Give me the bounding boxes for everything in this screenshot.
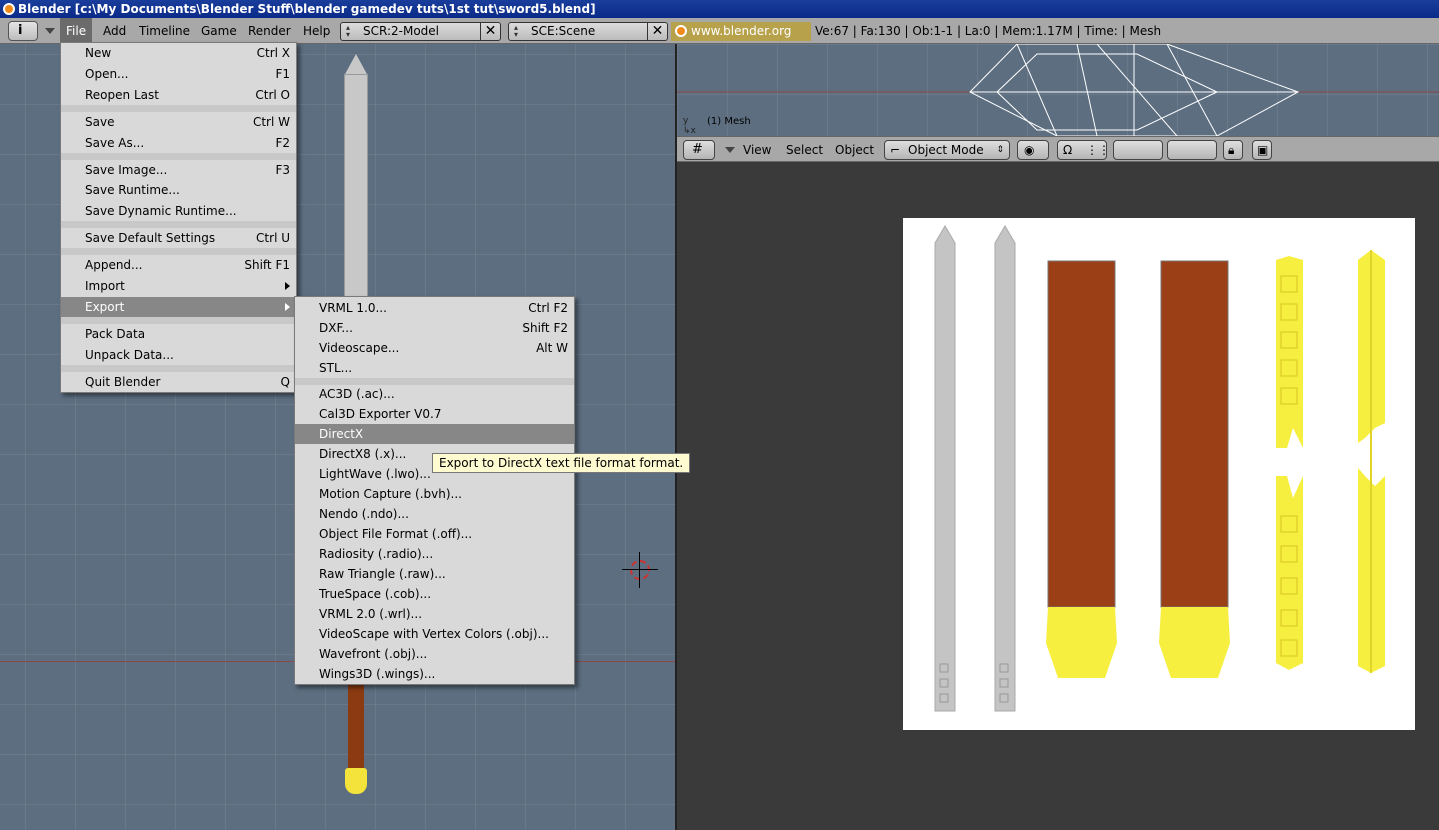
editor-type-button[interactable]: # <box>683 140 715 160</box>
export-item-bvh[interactable]: Motion Capture (.bvh)... <box>295 484 574 504</box>
globe-icon: ◉ <box>1024 143 1035 157</box>
3d-cursor-icon[interactable] <box>622 552 658 588</box>
mesh-label: (1) Mesh <box>707 116 751 127</box>
render-button[interactable]: ▣ <box>1252 140 1272 160</box>
submenu-arrow-icon <box>285 303 290 311</box>
file-menu: New Ctrl X Open... F1 Reopen Last Ctrl O Sa… <box>60 42 297 393</box>
updown-arrows-icon: ⇕ <box>996 145 1004 155</box>
3d-view-header: # View Select Object ⌐ Object Mode ⇕ ◉ Ω… <box>677 136 1439 162</box>
menu-help[interactable]: Help <box>297 18 336 44</box>
file-menu-item-save-runtime[interactable]: Save Runtime... <box>61 180 296 200</box>
sword-handle <box>348 684 364 769</box>
file-menu-item-save-as[interactable]: Save As... F2 <box>61 133 296 153</box>
menu-separator <box>61 153 296 160</box>
sword-blade-tip <box>344 54 368 76</box>
export-item-vrml1[interactable]: VRML 1.0... Ctrl F2 <box>295 298 574 318</box>
grid-icon: # <box>692 142 703 157</box>
menu-add[interactable]: Add <box>97 18 132 44</box>
updown-arrows-icon: ▴ ▾ <box>346 23 351 39</box>
delete-screen-button[interactable]: ✕ <box>480 22 500 41</box>
tooltip: Export to DirectX text file format forma… <box>432 453 691 473</box>
export-item-raw[interactable]: Raw Triangle (.raw)... <box>295 564 574 584</box>
collapse-menu-icon[interactable] <box>725 147 735 153</box>
file-menu-item-pack-data[interactable]: Pack Data <box>61 324 296 344</box>
file-menu-item-save-default-settings[interactable]: Save Default Settings Ctrl U <box>61 228 296 248</box>
sword-pommel <box>345 768 367 794</box>
menu-render[interactable]: Render <box>242 18 297 44</box>
mode-label: Object Mode <box>908 143 984 157</box>
file-menu-item-reopen-last[interactable]: Reopen Last Ctrl O <box>61 85 296 105</box>
screen-selector[interactable]: ▴ ▾ SCR:2-Model ✕ <box>340 22 501 41</box>
magnet-icon: Ω <box>1063 143 1073 157</box>
file-menu-item-open[interactable]: Open... F1 <box>61 64 296 84</box>
export-submenu: VRML 1.0... Ctrl F2 DXF... Shift F2 Videos… <box>294 296 575 685</box>
scene-selector[interactable]: ▴ ▾ SCE:Scene ✕ <box>508 22 668 41</box>
export-item-videoscape-vc[interactable]: VideoScape with Vertex Colors (.obj)... <box>295 624 574 644</box>
export-item-stl[interactable]: STL... <box>295 358 574 378</box>
screen-name: SCR:2-Model <box>363 24 440 38</box>
menu-file[interactable]: File <box>60 18 93 44</box>
image-icon: ▣ <box>1257 143 1269 157</box>
updown-arrows-icon: ▴ ▾ <box>514 23 519 39</box>
export-item-cal3d[interactable]: Cal3D Exporter V0.7 <box>295 404 574 424</box>
menu-object[interactable]: Object <box>835 137 874 163</box>
file-menu-item-unpack-data[interactable]: Unpack Data... <box>61 345 296 365</box>
file-menu-item-import[interactable]: Import <box>61 276 296 296</box>
manipulator-icon: ⋮⋮ <box>1086 143 1110 157</box>
window-title-bar: Blender [c:\My Documents\Blender Stuff\b… <box>0 0 1439 18</box>
pivot-button[interactable]: Ω ⋮⋮ <box>1057 140 1110 160</box>
file-menu-item-save-image[interactable]: Save Image... F3 <box>61 160 296 180</box>
export-item-ac3d[interactable]: AC3D (.ac)... <box>295 384 574 404</box>
export-item-nendo[interactable]: Nendo (.ndo)... <box>295 504 574 524</box>
wireframe-mesh <box>677 44 1439 136</box>
menu-separator <box>61 248 296 255</box>
export-item-off[interactable]: Object File Format (.off)... <box>295 524 574 544</box>
menu-separator <box>61 365 296 372</box>
uv-texture-drawing <box>934 225 1385 712</box>
blender-logo-icon <box>675 25 687 37</box>
axis-gizmo-icon: y ↳x <box>683 116 696 136</box>
delete-scene-button[interactable]: ✕ <box>647 22 667 41</box>
window-title: Blender [c:\My Documents\Blender Stuff\b… <box>18 2 596 16</box>
sword-blade <box>344 74 368 314</box>
export-item-truespace[interactable]: TrueSpace (.cob)... <box>295 584 574 604</box>
blender-url-badge[interactable]: www.blender.org 234 <box>671 22 811 57</box>
object-mode-icon: ⌐ <box>890 143 901 157</box>
collapse-menu-icon[interactable] <box>45 28 55 34</box>
menu-separator <box>61 317 296 324</box>
scene-name: SCE:Scene <box>531 24 596 38</box>
uv-texture-image[interactable] <box>903 218 1415 730</box>
export-item-vrml2[interactable]: VRML 2.0 (.wrl)... <box>295 604 574 624</box>
layers-group-1[interactable] <box>1113 140 1163 160</box>
file-menu-item-quit[interactable]: Quit Blender Q <box>61 372 296 392</box>
window-type-button[interactable]: i <box>8 21 38 41</box>
info-icon: i <box>18 23 23 38</box>
menu-timeline[interactable]: Timeline <box>133 18 196 44</box>
lock-layers-button[interactable]: 🔒︎ <box>1223 140 1243 160</box>
export-item-wings3d[interactable]: Wings3D (.wings)... <box>295 664 574 684</box>
lock-icon: 🔒︎ <box>1228 143 1235 157</box>
submenu-arrow-icon <box>285 282 290 290</box>
menu-separator <box>61 221 296 228</box>
menu-game[interactable]: Game <box>195 18 243 44</box>
file-menu-item-export[interactable]: Export <box>61 297 296 317</box>
export-item-directx[interactable]: DirectX <box>295 424 574 444</box>
file-menu-item-append[interactable]: Append... Shift F1 <box>61 255 296 275</box>
scene-stats: Ve:67 | Fa:130 | Ob:1-1 | La:0 | Mem:1.1… <box>815 24 1162 38</box>
export-item-wavefront[interactable]: Wavefront (.obj)... <box>295 644 574 664</box>
file-menu-item-new[interactable]: New Ctrl X <box>61 43 296 63</box>
export-item-radiosity[interactable]: Radiosity (.radio)... <box>295 544 574 564</box>
file-menu-item-save-dynamic-runtime[interactable]: Save Dynamic Runtime... <box>61 201 296 221</box>
draw-type-button[interactable]: ◉ <box>1017 140 1049 160</box>
menu-view[interactable]: View <box>743 137 771 163</box>
blender-logo-icon <box>3 3 15 15</box>
menu-select[interactable]: Select <box>786 137 823 163</box>
mode-selector[interactable]: ⌐ Object Mode ⇕ <box>884 140 1010 160</box>
layers-group-2[interactable] <box>1167 140 1217 160</box>
right-3d-viewport[interactable]: y ↳x (1) Mesh <box>677 44 1439 136</box>
file-menu-item-save[interactable]: Save Ctrl W <box>61 112 296 132</box>
export-item-videoscape[interactable]: Videoscape... Alt W <box>295 338 574 358</box>
export-item-dxf[interactable]: DXF... Shift F2 <box>295 318 574 338</box>
menu-separator <box>61 105 296 112</box>
